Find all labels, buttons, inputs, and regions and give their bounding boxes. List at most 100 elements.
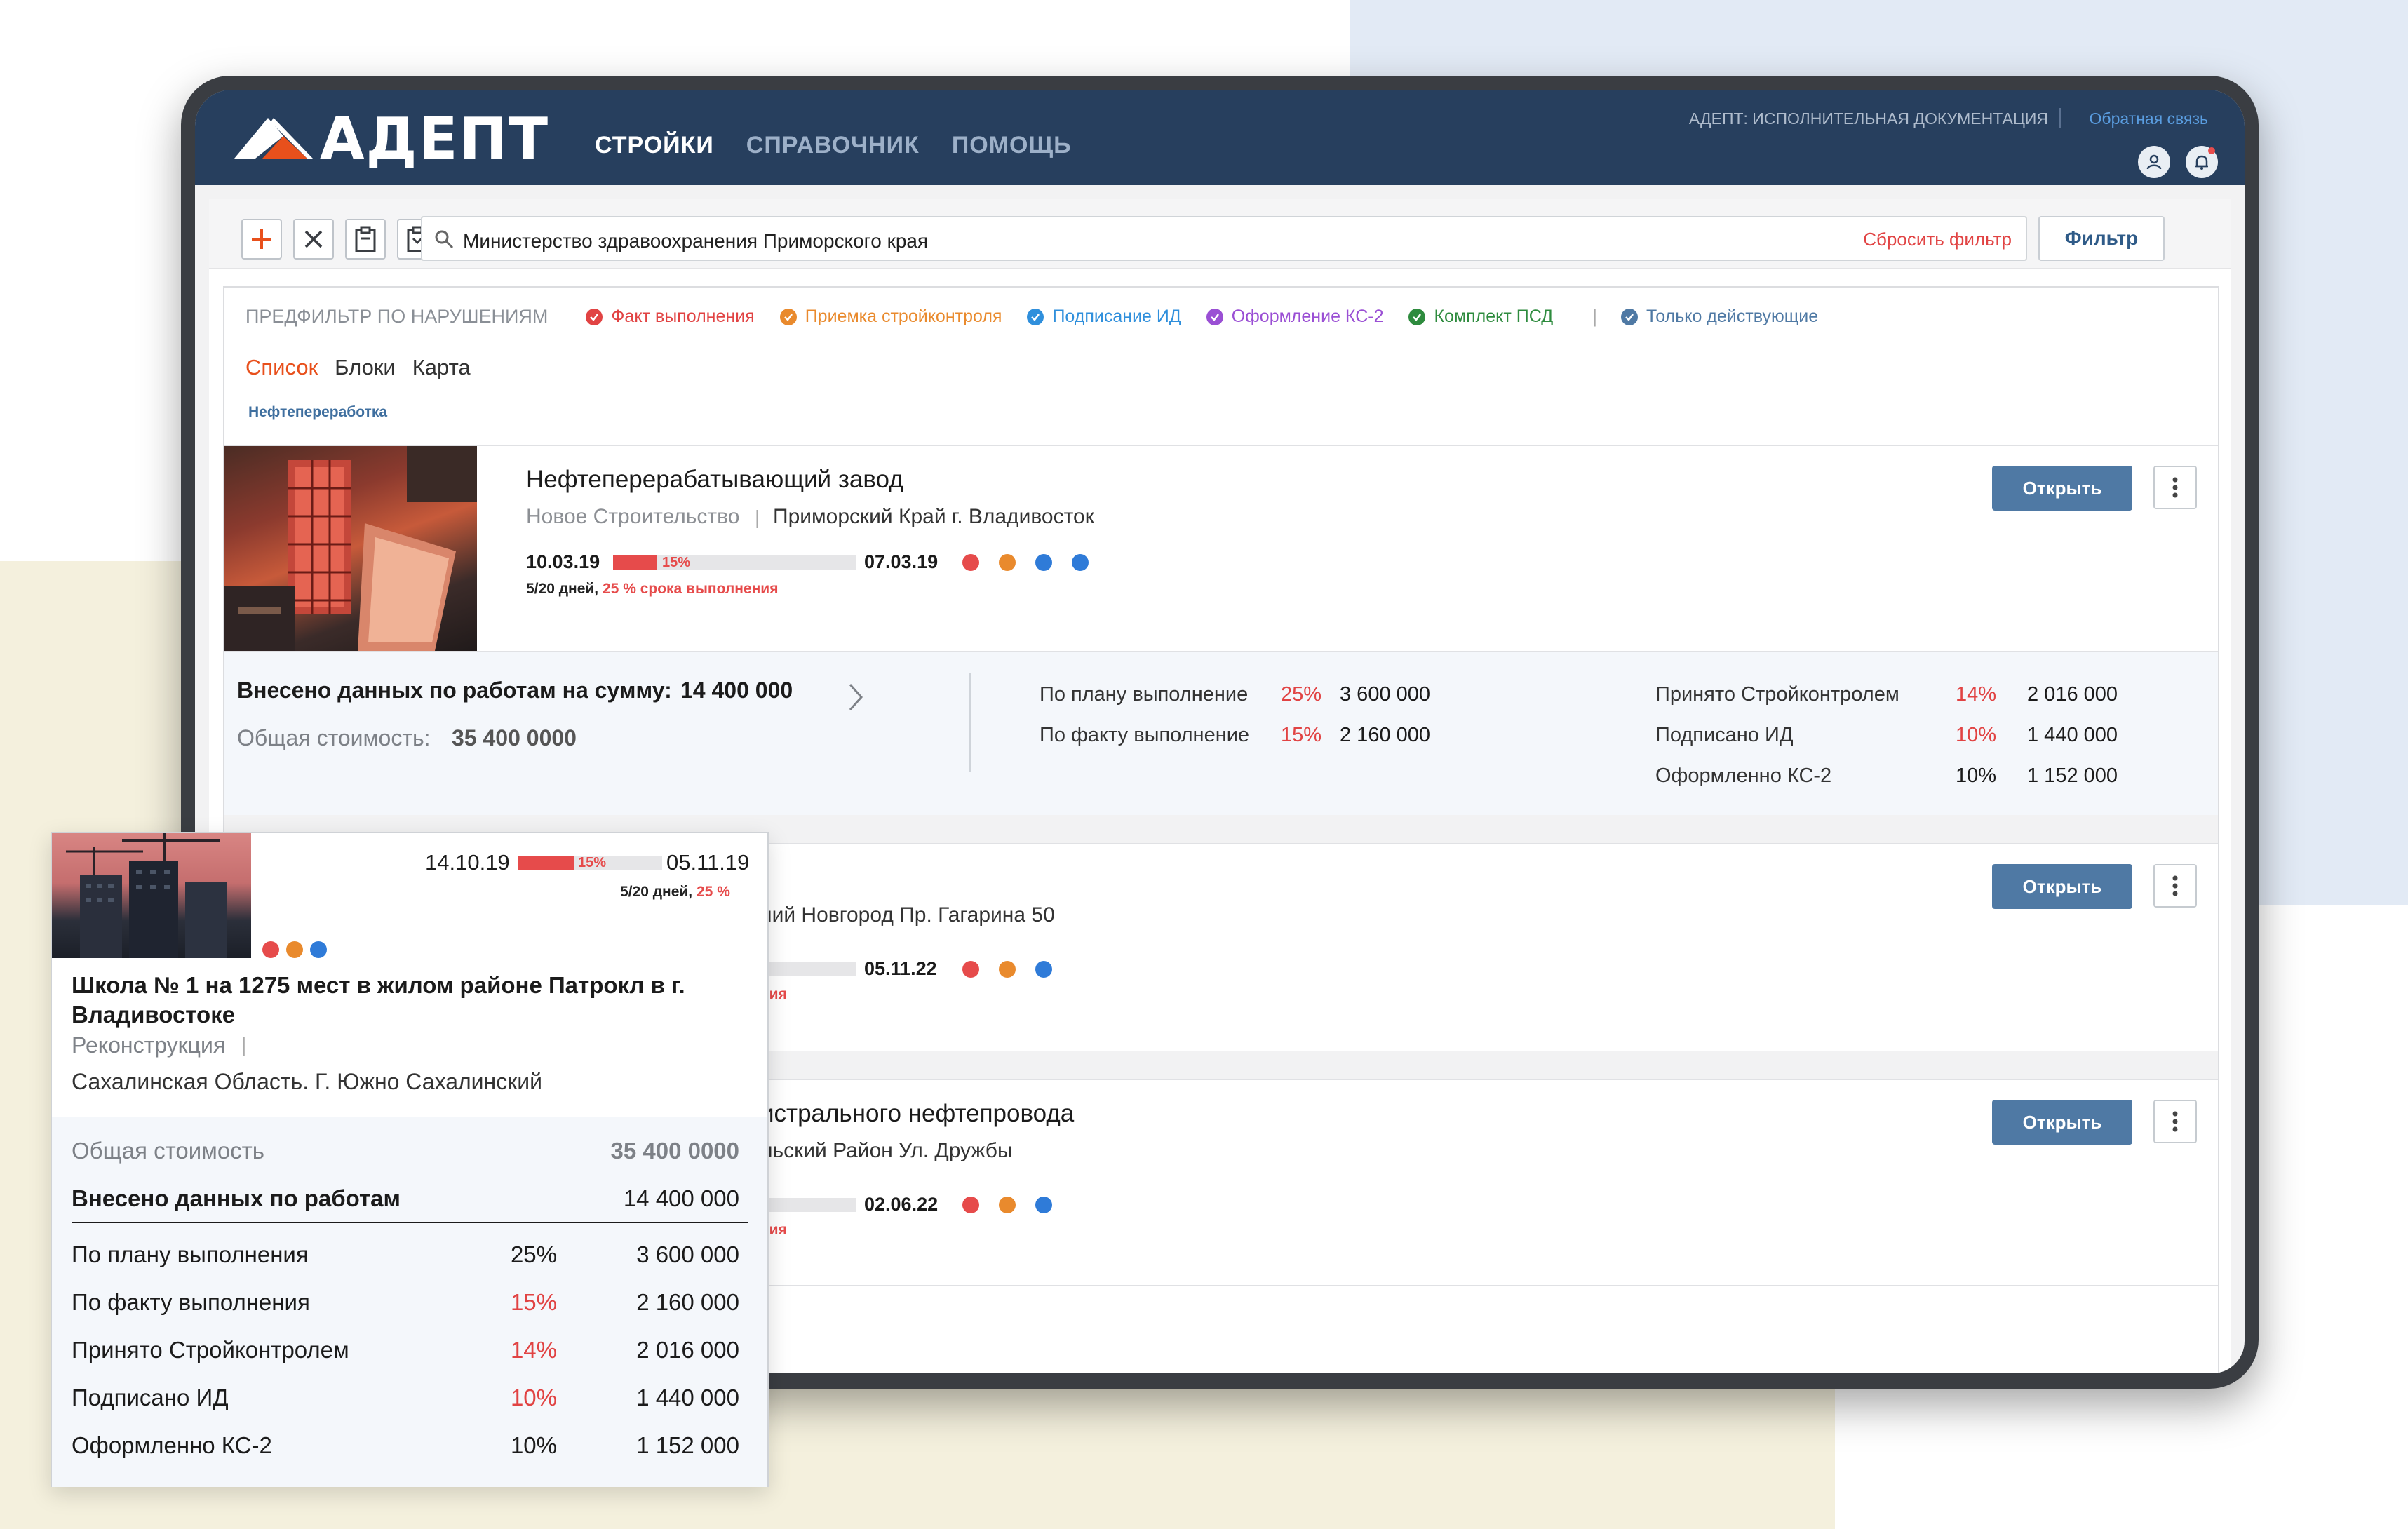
user-icon[interactable] <box>2138 146 2170 178</box>
nav-item-stroyki[interactable]: СТРОЙКИ <box>595 132 714 159</box>
more-vertical-icon <box>2172 1111 2178 1132</box>
bell-icon[interactable] <box>2186 146 2218 178</box>
chip-label: Факт выполнения <box>611 307 755 326</box>
more-menu-button[interactable] <box>2153 466 2197 509</box>
stat-signed-value: 1 440 000 <box>636 1385 739 1410</box>
project-title[interactable]: Нефтеперерабатывающий завод <box>526 466 903 494</box>
stage: АДЕПТ СТРОЙКИ СПРАВОЧНИК ПОМОЩЬ АДЕПТ: И… <box>0 0 2408 1529</box>
project-summary: Внесено данных по работам на сумму: 14 4… <box>224 651 2218 815</box>
prefilter-title: ПРЕДФИЛЬТР ПО НАРУШЕНИЯМ <box>245 306 549 327</box>
stat-plan-pct: 25% <box>510 1241 557 1267</box>
stat-plan-pct: 25% <box>1280 683 1321 706</box>
category-tag[interactable]: Нефтепереработка <box>248 404 387 421</box>
prefilter-divider: | <box>1592 306 1597 327</box>
progress-label: 15% <box>578 855 607 870</box>
filter-button[interactable]: Фильтр <box>2038 216 2165 261</box>
project-address: Сахалинская Область. Г. Южно Сахалинский <box>72 1069 542 1094</box>
more-menu-button[interactable] <box>2153 864 2197 908</box>
stat-fact-pct: 15% <box>510 1289 557 1315</box>
chip-label: Оформление КС-2 <box>1231 307 1384 326</box>
project-title[interactable]: истрального нефтепровода <box>760 1100 1074 1128</box>
days-percent: 25 % срока выполнения <box>603 581 779 597</box>
total-value: 35 400 0000 <box>610 1138 739 1164</box>
entered-value: 14 400 000 <box>623 1185 739 1211</box>
date-end: 05.11.22 <box>864 958 937 979</box>
check-icon <box>1408 308 1426 325</box>
project-summary: Общая стоимость 35 400 0000 Внесено данн… <box>52 1117 767 1487</box>
status-dot-orange <box>286 941 303 958</box>
add-button[interactable] <box>241 219 282 260</box>
clipboard-icon <box>355 226 376 252</box>
stat-fact-label: По факту выполнение <box>1040 724 1250 746</box>
entered-label: Внесено данных по работам <box>72 1185 401 1211</box>
project-address: ний Новгород Пр. Гагарина 50 <box>760 903 1055 927</box>
stat-signed-label: Подписано ИД <box>1655 724 1794 746</box>
stat-fact-value: 2 160 000 <box>636 1289 739 1315</box>
stat-accepted-value: 2 016 000 <box>2027 683 2118 706</box>
progress-fill <box>518 856 574 870</box>
open-button[interactable]: Открыть <box>1992 466 2132 511</box>
days-count: 5/20 дней, <box>526 581 599 597</box>
days-progress: 5/20 дней, 25 % <box>620 884 730 901</box>
logo[interactable]: АДЕПТ <box>234 111 549 168</box>
search-icon <box>435 230 454 249</box>
stat-signed-pct: 10% <box>1955 724 1996 746</box>
status-dot-red <box>962 1197 979 1213</box>
stat-fact-pct: 15% <box>1280 724 1321 746</box>
chevron-right-icon[interactable] <box>847 682 864 713</box>
status-dot-orange <box>999 961 1016 978</box>
project-title[interactable]: Школа № 1 на 1275 мест в жилом районе Па… <box>72 971 703 1030</box>
chip-ks2[interactable]: Оформление КС-2 <box>1206 307 1384 327</box>
summary-divider <box>72 1222 748 1223</box>
reset-filter-link[interactable]: Сбросить фильтр <box>1863 229 2012 250</box>
progress-bar <box>760 962 856 976</box>
copy-button[interactable] <box>345 219 386 260</box>
view-map-tab[interactable]: Карта <box>412 355 471 380</box>
more-menu-button[interactable] <box>2153 1100 2197 1143</box>
status-dot-blue <box>310 941 327 958</box>
nav-item-spravochnik[interactable]: СПРАВОЧНИК <box>746 132 920 159</box>
app-header: АДЕПТ СТРОЙКИ СПРАВОЧНИК ПОМОЩЬ АДЕПТ: И… <box>195 90 2245 185</box>
chip-only-active[interactable]: Только действующие <box>1620 307 1818 327</box>
chip-podpisanie[interactable]: Подписание ИД <box>1027 307 1181 327</box>
delete-button[interactable] <box>293 219 334 260</box>
chip-fakt[interactable]: Факт выполнения <box>586 307 755 327</box>
stat-signed-label: Подписано ИД <box>72 1385 229 1410</box>
stat-ks2-pct: 10% <box>1955 764 1996 787</box>
progress-bar: 15% <box>518 856 662 870</box>
stat-accepted-label: Принято Стройконтролем <box>1655 683 1899 706</box>
stat-ks2-pct: 10% <box>510 1432 557 1458</box>
total-label: Общая стоимость <box>72 1138 264 1164</box>
open-button[interactable]: Открыть <box>1992 1100 2132 1145</box>
chip-priemka[interactable]: Приемка стройконтроля <box>779 307 1002 327</box>
date-start: 10.03.19 <box>526 551 600 572</box>
progress-bar: 15% <box>613 555 856 570</box>
search-input[interactable]: Министерство здравоохранения Приморского… <box>421 216 2027 261</box>
progress-label: 15% <box>662 555 691 570</box>
chip-label: Комплект ПСД <box>1434 307 1554 326</box>
view-blocks-tab[interactable]: Блоки <box>335 355 396 380</box>
nav-item-pomosch[interactable]: ПОМОЩЬ <box>952 132 1072 159</box>
more-vertical-icon <box>2172 875 2178 896</box>
summary-divider <box>969 673 971 772</box>
date-end: 02.06.22 <box>864 1194 939 1215</box>
stat-fact-label: По факту выполнения <box>72 1289 310 1315</box>
project-image <box>52 833 251 958</box>
stat-accepted-label: Принято Стройконтролем <box>72 1337 349 1363</box>
stat-ks2-label: Оформленно КС-2 <box>1655 764 1832 787</box>
view-list-tab[interactable]: Список <box>245 355 318 380</box>
project-address: льский Район Ул. Дружбы <box>760 1139 1013 1162</box>
notification-dot <box>2208 147 2215 154</box>
status-dot-orange <box>999 554 1016 571</box>
open-button[interactable]: Открыть <box>1992 864 2132 909</box>
date-end: 07.03.19 <box>864 551 939 572</box>
feedback-link[interactable]: Обратная связь <box>2090 109 2208 128</box>
stat-ks2-label: Оформленно КС-2 <box>72 1432 272 1458</box>
date-end: 05.11.19 <box>666 850 750 875</box>
chip-psd[interactable]: Комплект ПСД <box>1408 307 1553 327</box>
days-count: 5/20 дней, <box>620 884 693 900</box>
search-value: Министерство здравоохранения Приморского… <box>463 230 929 252</box>
stat-ks2-value: 1 152 000 <box>636 1432 739 1458</box>
status-dot-blue <box>1035 961 1052 978</box>
total-value: 35 400 0000 <box>452 725 577 750</box>
